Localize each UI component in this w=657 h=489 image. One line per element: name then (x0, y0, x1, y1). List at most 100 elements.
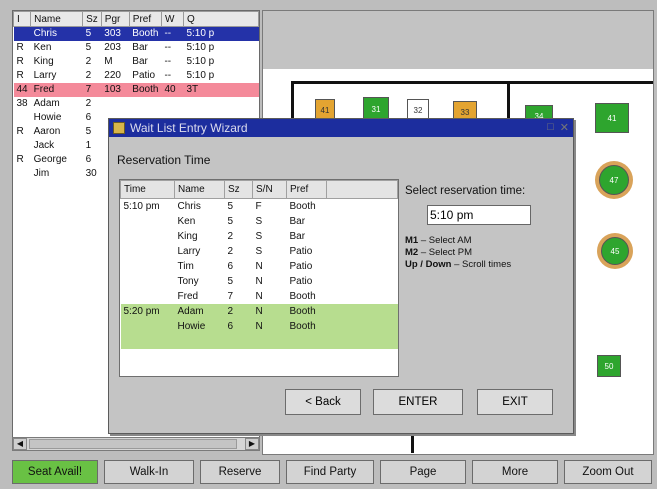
wait-list-cell-i: R (16, 126, 24, 137)
wait-list-cell-pgr (101, 97, 129, 111)
horizontal-scrollbar[interactable]: ◀ ▶ (12, 437, 260, 451)
wait-list-cell-sz: 5 (85, 42, 92, 53)
back-button[interactable]: < Back (285, 389, 361, 415)
seat-avail-button[interactable]: Seat Avail! (12, 460, 98, 484)
wall (507, 81, 653, 84)
wait-list-cell-sz: 1 (85, 140, 92, 151)
reservation-time-input[interactable] (427, 205, 531, 225)
select-time-label: Select reservation time: (405, 185, 526, 197)
reservation-cell-sn: S (255, 215, 263, 227)
column-header[interactable]: I (13, 11, 32, 27)
column-header[interactable]: Sz (82, 11, 102, 27)
wait-list-row[interactable]: 38 Adam 2 (14, 97, 259, 111)
floor-table[interactable]: 45 (601, 237, 629, 265)
reservation-cell-sn: S (255, 230, 263, 242)
scroll-right-icon[interactable]: ▶ (245, 438, 259, 450)
reservation-cell-pref: Booth (289, 290, 316, 302)
floor-plan-header (263, 11, 653, 69)
column-header[interactable]: Pref (128, 11, 162, 27)
column-header[interactable]: Time (120, 180, 175, 199)
reservation-cell-sn (252, 333, 287, 349)
column-header[interactable]: Pref (286, 180, 327, 199)
reservation-row[interactable]: Tony 5 N Patio (121, 274, 398, 289)
walk-in-button[interactable]: Walk-In (104, 460, 194, 484)
more-button[interactable]: More (472, 460, 558, 484)
reservation-row[interactable]: Howie 6 N Booth (120, 318, 398, 334)
reservation-cell-time (120, 318, 175, 334)
wait-list-cell-sz: 7 (82, 82, 102, 97)
scroll-left-icon[interactable]: ◀ (13, 438, 27, 450)
reservation-row[interactable]: King 2 S Bar (121, 229, 398, 244)
reservation-cell-pref: Patio (289, 245, 313, 257)
reservation-cell-pref: Booth (289, 200, 316, 212)
wait-list-cell-pref: Booth (129, 26, 162, 41)
reservation-row[interactable]: 5:10 pm Chris 5 F Booth (121, 199, 398, 214)
wait-list-row[interactable]: Chris 5 303 Booth -- 5:10 p (13, 26, 259, 41)
column-header[interactable]: S/N (252, 180, 287, 199)
reservation-cell-pref: Patio (289, 275, 313, 287)
reservation-cell-time (121, 214, 175, 229)
column-header[interactable]: Sz (224, 180, 253, 199)
floor-table[interactable]: 50 (597, 355, 621, 377)
wait-list-row[interactable]: R Larry 2 220 Patio -- 5:10 p (14, 69, 259, 83)
wait-list-row[interactable]: R King 2 M Bar -- 5:10 p (14, 55, 259, 69)
wait-list-cell-q: 3T (183, 82, 259, 97)
wait-list-cell-pgr: 103 (101, 82, 130, 97)
wait-list-row[interactable]: 44 Fred 7 103 Booth 40 3T (13, 82, 259, 97)
reservation-cell-pad (327, 214, 398, 229)
wait-list-cell-i (13, 26, 31, 41)
column-header[interactable]: Pgr (100, 11, 130, 27)
reservation-row[interactable]: Fred 7 N Booth (121, 289, 398, 304)
reservation-row[interactable] (120, 333, 398, 349)
wait-list-cell-name: Aaron (33, 126, 61, 137)
wait-list-cell-w: 40 (161, 82, 184, 97)
column-header[interactable]: W (160, 11, 184, 27)
zoom-out-button[interactable]: Zoom Out (564, 460, 652, 484)
wait-list-cell-q: 5:10 p (186, 56, 215, 67)
enter-button[interactable]: ENTER (373, 389, 463, 415)
column-header[interactable]: Name (174, 180, 225, 199)
wait-list-cell-i: R (16, 56, 24, 67)
wait-list-cell-pref: Booth (129, 82, 162, 97)
reservation-cell-sn: N (255, 275, 263, 287)
floor-table[interactable]: 47 (599, 165, 629, 195)
bottom-toolbar: Seat Avail! Walk-In Reserve Find Party P… (12, 460, 652, 484)
reservation-cell-sz: 5 (227, 215, 234, 227)
reservation-cell-sz: 6 (227, 260, 234, 272)
wait-list-cell-name: George (33, 154, 67, 165)
maximize-icon[interactable]: □ (547, 121, 554, 134)
reservation-row[interactable]: Ken 5 S Bar (121, 214, 398, 229)
reservation-cell-name: Tony (177, 275, 199, 287)
reservation-cell-pad (326, 333, 398, 349)
reservation-cell-pad (327, 274, 398, 289)
reserve-button[interactable]: Reserve (200, 460, 280, 484)
find-party-button[interactable]: Find Party (286, 460, 374, 484)
page-button[interactable]: Page (380, 460, 466, 484)
wait-list-row[interactable]: R Ken 5 203 Bar -- 5:10 p (14, 41, 259, 55)
column-header[interactable]: Q (182, 11, 259, 27)
close-icon[interactable]: ✕ (560, 121, 569, 134)
reservation-cell-sz: 5 (227, 275, 234, 287)
reservation-cell-time (121, 229, 175, 244)
reservation-row[interactable]: Tim 6 N Patio (121, 259, 398, 274)
scroll-thumb[interactable] (29, 439, 237, 449)
reservation-cell-time (121, 274, 175, 289)
wait-list-header: I Name Sz Pgr Pref W Q (13, 11, 259, 27)
exit-button[interactable]: EXIT (477, 389, 553, 415)
help-desc: – Select PM (420, 247, 473, 258)
wait-list-cell-sz: 5 (85, 126, 92, 137)
wait-list-cell-i: 38 (16, 98, 28, 109)
wait-list-cell-w (161, 97, 183, 111)
help-text: M1 – Select AM M2 – Select PM Up / Down … (405, 235, 569, 271)
reservation-cell-time: 5:10 pm (123, 200, 160, 212)
wait-list-cell-sz: 30 (85, 168, 97, 179)
floor-table[interactable]: 41 (595, 103, 629, 133)
reservation-cell-pref: Patio (289, 260, 313, 272)
reservation-row[interactable]: Larry 2 S Patio (121, 244, 398, 259)
column-header[interactable]: Name (30, 11, 84, 27)
reservation-row[interactable]: 5:20 pm Adam 2 N Booth (120, 303, 398, 319)
wait-list-cell-name: Howie (33, 112, 62, 123)
dialog-titlebar[interactable]: Wait List Entry Wizard (109, 119, 573, 137)
reservation-cell-pref: Bar (289, 215, 306, 227)
wait-list-cell-name: Chris (30, 26, 83, 41)
